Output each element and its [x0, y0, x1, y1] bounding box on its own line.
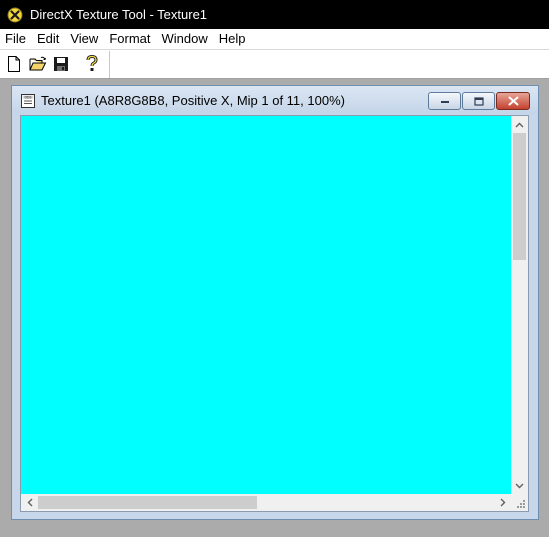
chevron-down-icon — [515, 483, 524, 488]
resize-grip-icon — [517, 500, 525, 508]
open-folder-icon — [29, 56, 47, 71]
chevron-right-icon — [500, 498, 505, 507]
new-document-icon — [8, 56, 20, 72]
chevron-up-icon — [515, 122, 524, 127]
toolbar — [0, 49, 549, 79]
size-grip[interactable] — [511, 494, 528, 511]
help-button[interactable] — [83, 55, 101, 73]
horizontal-scroll-thumb[interactable] — [38, 496, 257, 509]
chevron-left-icon — [27, 498, 32, 507]
svg-text:DDS: DDS — [25, 95, 32, 99]
new-button[interactable] — [5, 55, 23, 73]
open-button[interactable] — [29, 55, 47, 73]
maximize-button[interactable] — [462, 92, 495, 110]
horizontal-scrollbar[interactable] — [21, 494, 511, 511]
directx-icon — [7, 7, 23, 22]
texture-canvas[interactable] — [21, 116, 511, 494]
minimize-icon — [440, 101, 449, 103]
texture-document-window[interactable]: DDS Texture1 (A8R8G8B8, Positive X, Mip … — [11, 85, 539, 520]
menu-edit[interactable]: Edit — [32, 29, 64, 49]
app-title: DirectX Texture Tool - Texture1 — [30, 7, 208, 22]
scroll-up-button[interactable] — [511, 116, 528, 133]
menu-format[interactable]: Format — [104, 29, 155, 49]
save-disk-icon — [54, 57, 68, 71]
document-client-area — [20, 115, 529, 512]
scroll-right-button[interactable] — [494, 494, 511, 511]
save-button[interactable] — [52, 55, 70, 73]
scroll-left-button[interactable] — [21, 494, 38, 511]
dds-document-icon: DDS — [21, 94, 35, 108]
close-button[interactable] — [496, 92, 530, 110]
help-question-icon — [86, 55, 98, 71]
menu-window[interactable]: Window — [156, 29, 212, 49]
vertical-scroll-thumb[interactable] — [513, 133, 526, 260]
maximize-icon — [473, 96, 484, 106]
app-titlebar: DirectX Texture Tool - Texture1 — [0, 0, 549, 29]
menu-file[interactable]: File — [0, 29, 31, 49]
menu-bar: File Edit View Format Window Help — [0, 29, 549, 49]
minimize-button[interactable] — [428, 92, 461, 110]
scroll-down-button[interactable] — [511, 477, 528, 494]
toolbar-separator — [109, 51, 110, 78]
document-title: Texture1 (A8R8G8B8, Positive X, Mip 1 of… — [41, 93, 345, 108]
menu-help[interactable]: Help — [214, 29, 251, 49]
vertical-scrollbar[interactable] — [511, 116, 528, 494]
document-titlebar[interactable]: DDS Texture1 (A8R8G8B8, Positive X, Mip … — [12, 86, 538, 114]
menu-view[interactable]: View — [65, 29, 103, 49]
close-icon — [508, 96, 518, 106]
